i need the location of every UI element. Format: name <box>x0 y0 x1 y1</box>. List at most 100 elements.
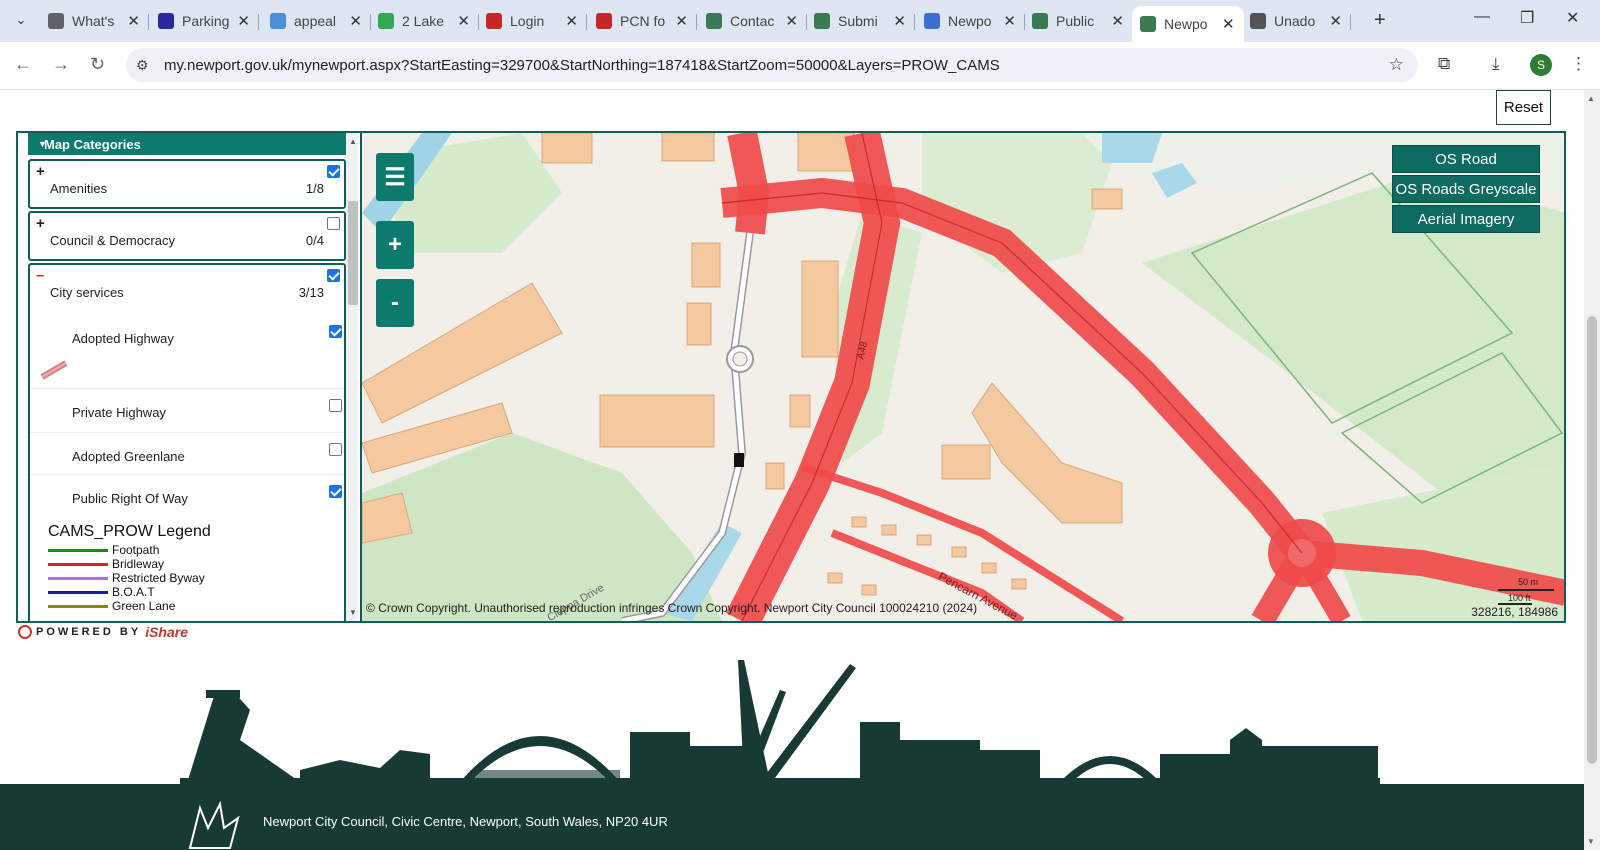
browser-tab[interactable]: 2 Lake ✕ <box>370 6 479 36</box>
site-info-icon[interactable]: ⚙ <box>136 57 156 74</box>
extensions-icon[interactable]: ⧉ <box>1438 54 1450 74</box>
newport-icon <box>814 13 830 29</box>
reload-button[interactable]: ↻ <box>90 54 105 75</box>
restore-button[interactable]: ❐ <box>1520 8 1534 28</box>
map-canvas[interactable] <box>362 133 1564 621</box>
browser-tab[interactable]: Newpo ✕ <box>916 6 1025 36</box>
close-tab-icon[interactable]: ✕ <box>565 12 578 30</box>
tab-title: Public <box>1056 13 1095 29</box>
adopted-highway-swatch-icon <box>40 360 68 380</box>
layer-item-adopted-highway[interactable]: Adopted Highway <box>30 309 344 389</box>
layer-checkbox-adopted-greenlane[interactable] <box>329 443 342 456</box>
map-menu-button[interactable]: ☰ <box>376 153 414 201</box>
newport-skyline-illustration <box>180 660 1380 786</box>
powered-brand: iShare <box>145 624 188 640</box>
newport-dragon-logo-icon <box>188 800 240 849</box>
close-tab-icon[interactable]: ✕ <box>1003 12 1016 30</box>
zoom-in-button[interactable]: + <box>376 221 414 269</box>
map-categories-header[interactable]: ▼ Map Categories <box>28 133 346 155</box>
layer-item-public-right-of-way[interactable]: Public Right Of Way <box>30 475 344 515</box>
tab-search-button[interactable]: ⌄ <box>8 7 34 33</box>
close-window-button[interactable]: ✕ <box>1566 8 1579 28</box>
layer-item-private-highway[interactable]: Private Highway <box>30 389 344 433</box>
legend-label: Green Lane <box>112 599 176 613</box>
browser-tab[interactable]: Newpo ✕ <box>1132 6 1244 42</box>
map-copyright: © Crown Copyright. Unauthorised reproduc… <box>366 601 978 615</box>
close-tab-icon[interactable]: ✕ <box>893 12 906 30</box>
collapse-minus-icon[interactable]: – <box>36 267 44 284</box>
tab-title: Parking <box>182 13 230 29</box>
close-tab-icon[interactable]: ✕ <box>1329 12 1342 30</box>
browser-tab[interactable]: Unado ✕ <box>1242 6 1351 36</box>
browser-tab[interactable]: What's ✕ <box>40 6 149 36</box>
category-checkbox-city-services[interactable] <box>327 269 340 282</box>
url-text[interactable]: my.newport.gov.uk/mynewport.aspx?StartEa… <box>164 57 1000 74</box>
powered-text: POWERED BY <box>36 626 142 638</box>
legend-swatch <box>48 562 108 566</box>
page-scrollbar[interactable]: ▲ ▼ <box>1584 90 1600 850</box>
category-checkbox-council[interactable] <box>327 217 340 230</box>
globe-icon <box>270 13 286 29</box>
menu-kebab-icon[interactable]: ⋮ <box>1570 54 1587 74</box>
download-icon[interactable]: ⤓ <box>1492 54 1500 74</box>
scroll-down-icon[interactable]: ▼ <box>349 608 357 617</box>
layer-checkbox-public-right-of-way[interactable] <box>329 485 342 498</box>
legend-swatch <box>48 576 108 580</box>
ishare-logo-icon <box>18 625 32 639</box>
tab-title: Contac <box>730 13 775 29</box>
close-tab-icon[interactable]: ✕ <box>127 12 140 30</box>
forward-button[interactable]: → <box>52 54 70 75</box>
browser-tab[interactable]: Parking ✕ <box>150 6 259 36</box>
layer-label: Adopted Highway <box>72 331 174 346</box>
url-bar[interactable]: ⚙ my.newport.gov.uk/mynewport.aspx?Start… <box>126 48 1418 82</box>
scroll-down-icon[interactable]: ▼ <box>1587 837 1595 846</box>
browser-tab[interactable]: PCN fo ✕ <box>588 6 697 36</box>
close-tab-icon[interactable]: ✕ <box>785 12 798 30</box>
legend-item: Restricted Byway <box>48 571 205 585</box>
hamburger-icon: ☰ <box>384 163 406 191</box>
close-tab-icon[interactable]: ✕ <box>1222 15 1235 33</box>
bookmark-star-icon[interactable]: ☆ <box>1389 55 1404 75</box>
layer-checkbox-adopted-highway[interactable] <box>329 325 342 338</box>
tab-title: What's <box>72 13 115 29</box>
page-scroll-thumb[interactable] <box>1587 316 1597 764</box>
layer-checkbox-private-highway[interactable] <box>329 399 342 412</box>
expand-plus-icon[interactable]: + <box>36 163 45 180</box>
base-layer-os-greyscale[interactable]: OS Roads Greyscale <box>1392 175 1540 203</box>
base-layer-aerial[interactable]: Aerial Imagery <box>1392 205 1540 233</box>
browser-tab[interactable]: Contac ✕ <box>698 6 807 36</box>
close-tab-icon[interactable]: ✕ <box>237 12 250 30</box>
reset-button[interactable]: Reset <box>1496 90 1551 125</box>
tab-title: appeal <box>294 13 337 29</box>
map-categories-title: Map Categories <box>44 136 141 152</box>
close-tab-icon[interactable]: ✕ <box>1111 12 1124 30</box>
map-view[interactable]: A48 Pencarn Avenue Cleppa Drive ☰ + - OS… <box>360 133 1564 621</box>
category-amenities[interactable]: + Amenities 1/8 <box>28 159 346 209</box>
powered-by-ishare[interactable]: POWERED BY iShare <box>18 624 188 640</box>
profile-avatar[interactable]: S <box>1530 54 1552 76</box>
back-button[interactable]: ← <box>14 54 32 75</box>
minimize-button[interactable]: — <box>1474 8 1490 26</box>
browser-tab[interactable]: Login ✕ <box>478 6 587 36</box>
base-layer-os-road[interactable]: OS Road <box>1392 145 1540 173</box>
new-tab-button[interactable]: + <box>1374 9 1386 32</box>
newport-icon <box>1140 16 1156 32</box>
scroll-up-icon[interactable]: ▲ <box>1587 94 1595 103</box>
tab-title: Login <box>510 13 545 29</box>
zoom-out-button[interactable]: - <box>376 279 414 327</box>
browser-tab[interactable]: Submi ✕ <box>806 6 915 36</box>
close-tab-icon[interactable]: ✕ <box>675 12 688 30</box>
sidebar-scrollbar[interactable]: ▲ ▼ <box>346 133 358 621</box>
browser-tab[interactable]: Public ✕ <box>1024 6 1133 36</box>
close-tab-icon[interactable]: ✕ <box>457 12 470 30</box>
mse-icon <box>486 13 502 29</box>
sidebar-scroll-thumb[interactable] <box>348 201 358 305</box>
scroll-up-icon[interactable]: ▲ <box>349 137 357 146</box>
layer-item-adopted-greenlane[interactable]: Adopted Greenlane <box>30 433 344 475</box>
map-coordinates: 328216, 184986 <box>1471 605 1558 619</box>
close-tab-icon[interactable]: ✕ <box>349 12 362 30</box>
category-checkbox-amenities[interactable] <box>327 165 340 178</box>
category-council-democracy[interactable]: + Council & Democracy 0/4 <box>28 211 346 261</box>
browser-tab[interactable]: appeal ✕ <box>262 6 371 36</box>
expand-plus-icon[interactable]: + <box>36 215 45 232</box>
